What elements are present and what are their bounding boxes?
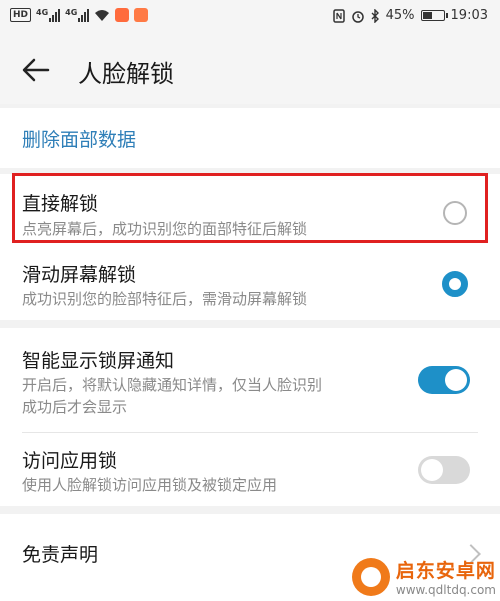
signal-icon-2: 4G: [65, 8, 90, 22]
unlock-option-swipe-subtitle: 成功识别您的脸部特征后，需滑动屏幕解锁: [22, 290, 308, 308]
hd-badge: HD: [10, 8, 32, 22]
radio-swipe-unlock[interactable]: [442, 271, 468, 297]
smart-notification-toggle[interactable]: [418, 366, 470, 394]
smart-notification-title: 智能显示锁屏通知: [22, 350, 175, 372]
clock: 19:03: [450, 8, 488, 23]
arrow-left-icon[interactable]: [20, 54, 52, 86]
battery-percent: 45%: [385, 8, 415, 23]
disclaimer-title: 免责声明: [22, 544, 99, 566]
status-bar: HD 4G 4G 45% 19:03: [0, 0, 500, 34]
battery-icon: [420, 10, 448, 21]
watermark-url: www.qdltdq.com: [395, 583, 496, 597]
page-title: 人脸解锁: [78, 60, 174, 88]
watermark-logo-icon: [351, 557, 390, 596]
status-left: HD 4G 4G: [10, 8, 149, 22]
bluetooth-icon: [371, 8, 379, 23]
app-header: 人脸解锁: [0, 34, 500, 104]
unlock-option-swipe-title: 滑动屏幕解锁: [22, 264, 137, 286]
highlight-box: [12, 173, 488, 243]
video-app-icon: [115, 8, 130, 22]
nfc-icon: [332, 8, 345, 23]
watermark: 启东安卓网 www.qdltdq.com: [351, 556, 496, 597]
app-lock-toggle[interactable]: [418, 456, 470, 484]
notification-app-icon: [134, 8, 149, 22]
watermark-title: 启东安卓网: [395, 560, 496, 582]
smart-notification-subtitle-1: 开启后，将默认隐藏通知详情，仅当人脸识别: [22, 376, 323, 394]
status-right: 45% 19:03: [332, 8, 488, 23]
delete-face-data-row[interactable]: 删除面部数据: [0, 108, 500, 168]
signal-icon-1: 4G: [36, 8, 61, 22]
wifi-icon: [95, 9, 110, 21]
alarm-icon: [351, 10, 364, 23]
settings-toggles-card: 智能显示锁屏通知 开启后，将默认隐藏通知详情，仅当人脸识别 成功后才会显示 访问…: [0, 328, 500, 506]
delete-face-data-link[interactable]: 删除面部数据: [22, 125, 136, 152]
divider: [22, 432, 478, 433]
app-lock-subtitle: 使用人脸解锁访问应用锁及被锁定应用: [22, 476, 278, 494]
app-lock-title: 访问应用锁: [22, 450, 118, 472]
smart-notification-subtitle-2: 成功后才会显示: [22, 398, 128, 416]
